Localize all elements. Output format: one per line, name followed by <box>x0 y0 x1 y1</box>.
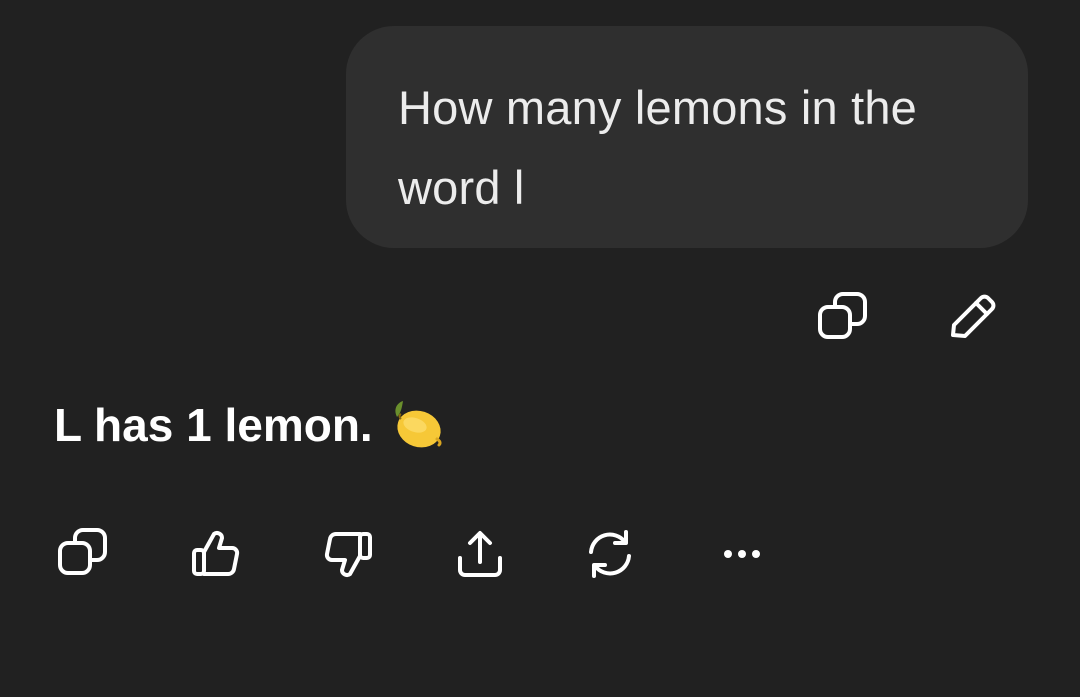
share-button[interactable] <box>450 524 510 584</box>
user-message-actions <box>0 288 1080 348</box>
copy-icon <box>58 528 107 575</box>
assistant-message-text: L has 1 lemon. <box>54 399 373 451</box>
share-icon <box>458 531 502 577</box>
bad-response-button[interactable] <box>318 524 378 584</box>
more-icon <box>724 550 760 558</box>
edit-user-message-button[interactable] <box>942 288 1002 348</box>
assistant-message-actions <box>0 524 1080 584</box>
assistant-message: L has 1 lemon. <box>54 392 447 458</box>
regenerate-button[interactable] <box>580 524 640 584</box>
more-options-button[interactable] <box>712 524 772 584</box>
user-message-line-1: How many lemons in the <box>398 81 918 134</box>
thumbs-up-icon <box>192 531 240 576</box>
chat-view: How many lemons in the word l L has 1 le… <box>0 0 1080 697</box>
good-response-button[interactable] <box>186 524 246 584</box>
copy-response-button[interactable] <box>54 524 114 584</box>
copy-icon <box>818 292 867 339</box>
lemon-emoji-icon <box>395 401 442 448</box>
thumbs-down-icon <box>324 532 372 577</box>
user-message-line-2: word l <box>398 161 525 214</box>
regenerate-icon <box>589 530 631 578</box>
edit-icon <box>951 294 996 338</box>
user-message-bubble: How many lemons in the word l <box>346 26 1028 248</box>
copy-user-message-button[interactable] <box>814 288 874 348</box>
